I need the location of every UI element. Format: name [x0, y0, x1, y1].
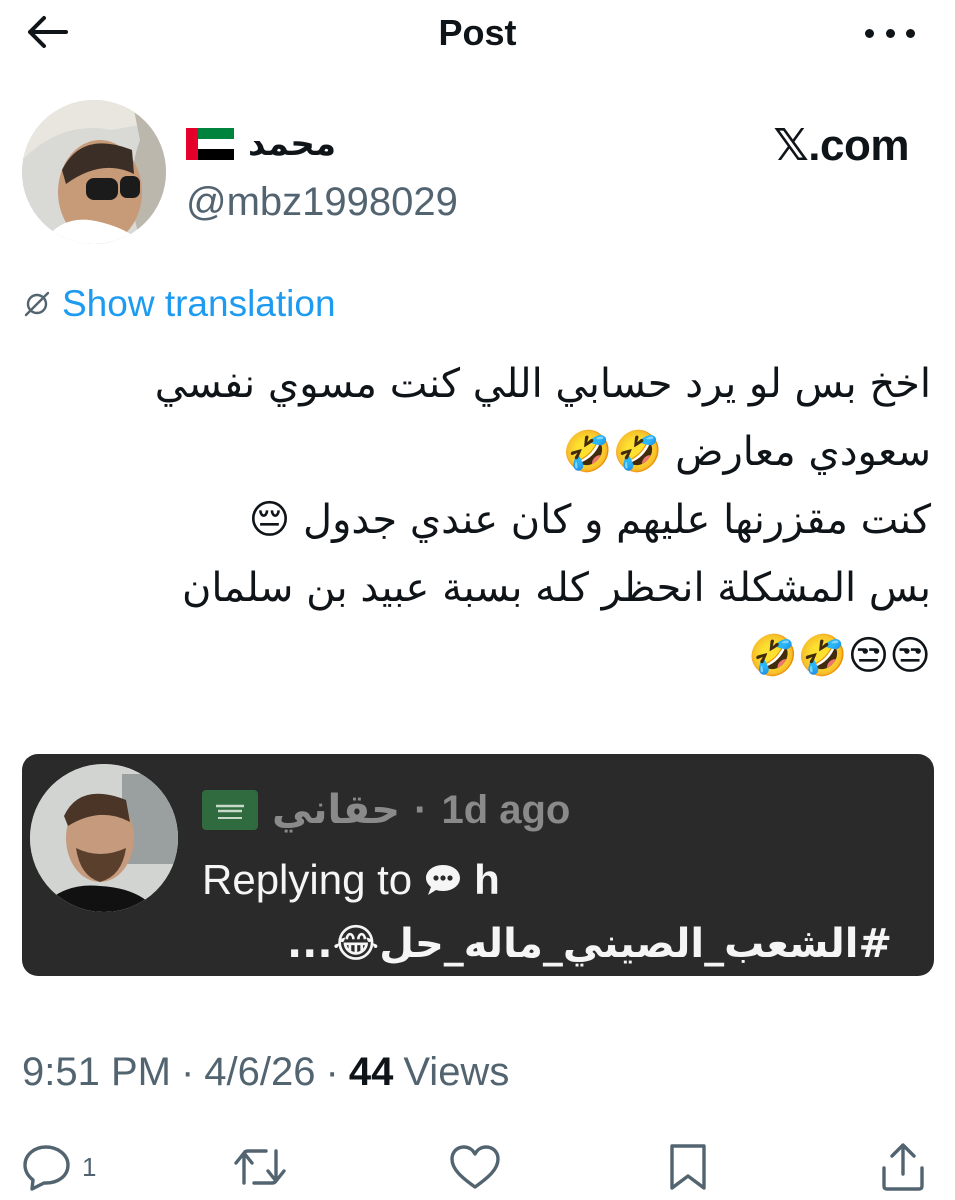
page-title: Post: [438, 12, 517, 53]
quoted-separator: ·: [414, 787, 428, 832]
post-line: اخخ بس لو يرد حسابي اللي كنت مسوي نفسي: [154, 361, 931, 407]
reply-icon: [23, 1145, 70, 1191]
views-label[interactable]: Views: [403, 1050, 509, 1095]
reply-count: 1: [82, 1151, 97, 1182]
post-line: بس المشكلة انحظر كله بسبة عبيد بن سلمان: [181, 565, 931, 611]
post-line: 😒😒🤣🤣: [747, 633, 931, 679]
quoted-replying-handle: h: [474, 856, 500, 903]
views-count[interactable]: 44: [349, 1050, 394, 1095]
repost-button[interactable]: [232, 1142, 288, 1192]
show-translation-link[interactable]: Show translation: [22, 280, 336, 328]
post-line: كنت مقزرنها عليهم و كان عندي جدول 😔: [248, 497, 931, 543]
post-time: 9:51 PM: [22, 1049, 171, 1094]
bookmark-icon: [670, 1144, 706, 1190]
saudi-flag-icon: [202, 790, 258, 830]
quoted-meta: حقاني · 1d ago: [202, 780, 570, 840]
show-translation-label: Show translation: [62, 283, 336, 324]
more-button[interactable]: [865, 22, 915, 44]
action-bar: 1: [0, 1138, 955, 1194]
share-button[interactable]: [880, 1142, 926, 1192]
quoted-replying-label: Replying to: [202, 856, 413, 903]
author-handle[interactable]: @mbz1998029: [186, 180, 458, 225]
share-icon: [882, 1143, 924, 1191]
quoted-replying-row: Replying to h: [202, 850, 500, 910]
like-icon: [450, 1145, 500, 1189]
like-button[interactable]: [448, 1142, 502, 1192]
author-name-row: محمد: [186, 122, 336, 166]
author-avatar[interactable]: [22, 100, 166, 244]
repost-icon: [234, 1149, 286, 1185]
reply-button[interactable]: 1: [22, 1142, 96, 1192]
post-date: 4/6/26: [204, 1049, 316, 1094]
quoted-time: 1d ago: [441, 787, 571, 832]
quoted-hashtag: #الشعب_الصيني_ماله_حل😂...: [286, 921, 892, 967]
embedded-image[interactable]: حقاني · 1d ago Replying to h #الشعب_الصي…: [22, 754, 934, 976]
author-display-name[interactable]: محمد: [248, 124, 336, 164]
post-line: سعودي معارض 🤣🤣: [562, 429, 931, 475]
meta-separator: ·: [325, 1049, 339, 1094]
quoted-avatar: [30, 764, 178, 912]
post-meta: 9:51 PM · 4/6/26 · 44 Views: [22, 1046, 509, 1098]
globe-slash-icon: [24, 291, 50, 317]
post-text: اخخ بس لو يرد حسابي اللي كنت مسوي نفسي س…: [19, 350, 931, 690]
quoted-name: حقاني: [272, 787, 401, 833]
top-bar: Post: [0, 0, 955, 66]
bookmark-button[interactable]: [666, 1142, 710, 1192]
uae-flag-icon: [186, 128, 234, 160]
meta-separator: ·: [180, 1049, 195, 1094]
x-watermark: 𝕏.com: [773, 121, 909, 170]
speech-bubble-icon: [426, 865, 461, 895]
more-icon: [865, 28, 874, 38]
